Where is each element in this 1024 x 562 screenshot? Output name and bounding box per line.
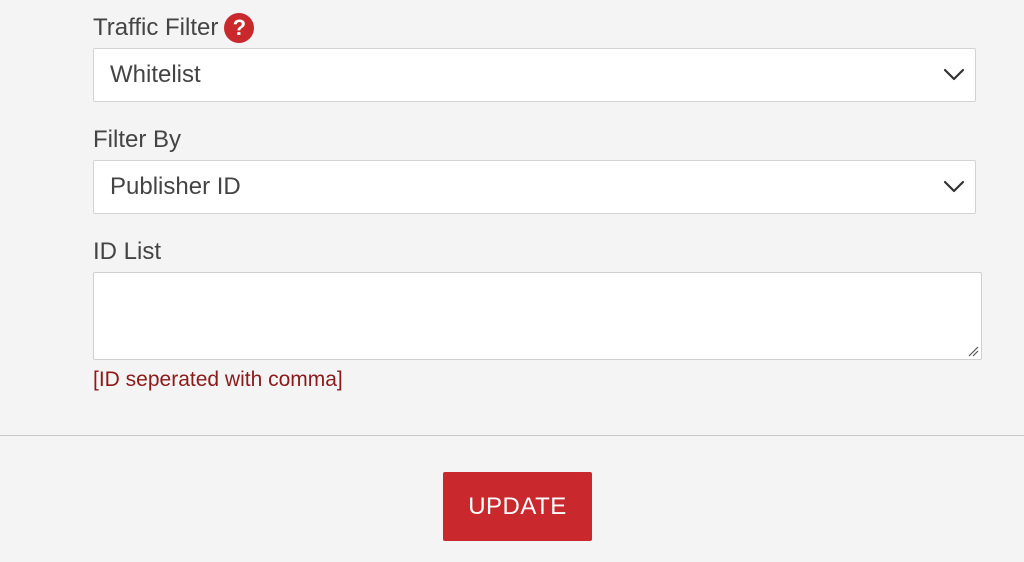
filter-by-label: Filter By bbox=[93, 126, 182, 153]
id-list-hint: [ID seperated with comma] bbox=[93, 368, 343, 391]
traffic-filter-label-row: Traffic Filter ? bbox=[93, 13, 255, 43]
traffic-filter-label: Traffic Filter bbox=[93, 14, 219, 41]
divider bbox=[0, 435, 1024, 436]
question-circle-icon[interactable]: ? bbox=[224, 13, 255, 43]
traffic-filter-select[interactable]: Whitelist bbox=[93, 48, 976, 102]
filter-by-select[interactable]: Publisher ID bbox=[93, 160, 976, 214]
id-list-label: ID List bbox=[93, 238, 162, 265]
chevron-down-icon bbox=[943, 68, 965, 81]
traffic-filter-selected-value: Whitelist bbox=[110, 61, 201, 88]
resize-handle-icon[interactable] bbox=[967, 345, 979, 357]
update-button[interactable]: UPDATE bbox=[443, 472, 592, 541]
chevron-down-icon bbox=[943, 180, 965, 193]
id-list-textarea[interactable] bbox=[93, 272, 982, 360]
settings-page: Traffic Filter ? Whitelist Filter By Pub… bbox=[0, 0, 1024, 562]
filter-by-selected-value: Publisher ID bbox=[110, 173, 241, 200]
